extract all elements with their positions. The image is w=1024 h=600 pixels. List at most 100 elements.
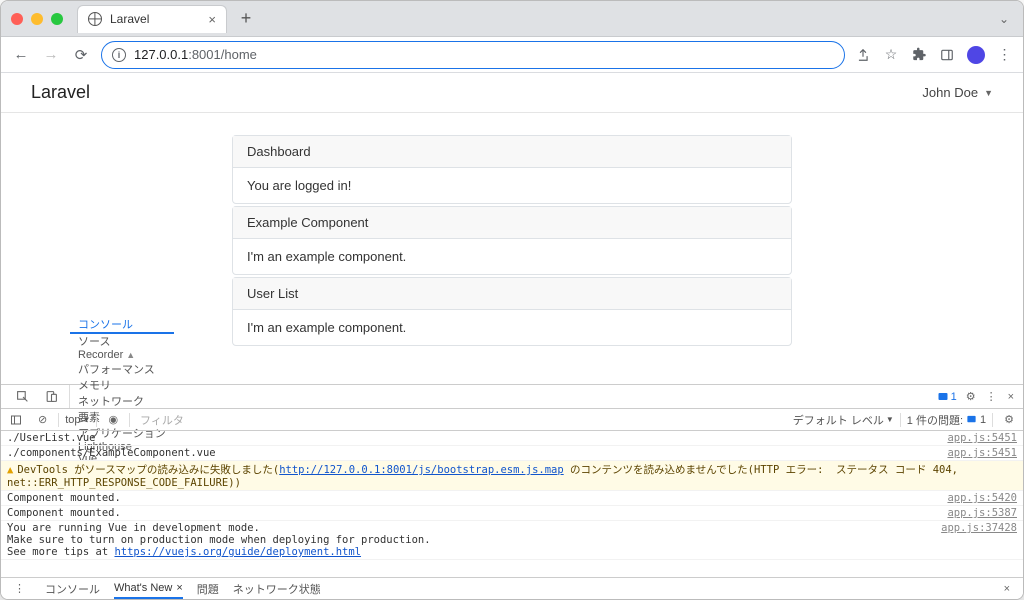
browser-window: Laravel × + ⌄ ← → ⟳ i 127.0.0.1:8001/hom… — [0, 0, 1024, 600]
console-filter-bar: ⊘ top ▼ ◉ フィルタ デフォルト レベル ▼ 1 件の問題: 1 ⚙ — [1, 409, 1023, 431]
error-badge[interactable]: 1 — [933, 391, 961, 403]
tab-title: Laravel — [110, 12, 200, 26]
drawer-tab-0[interactable]: コンソール — [45, 581, 100, 597]
console-source-link[interactable]: app.js:5387 — [937, 507, 1017, 519]
issues-count: 1 — [980, 414, 986, 426]
console-source-link[interactable]: app.js:5451 — [937, 432, 1017, 444]
devtools-close-icon[interactable]: × — [1003, 391, 1019, 403]
devtools-settings-icon[interactable]: ⚙ — [961, 390, 981, 403]
console-source-link[interactable]: app.js:5451 — [937, 447, 1017, 459]
user-name: John Doe — [922, 85, 978, 100]
devtools-tab-ネットワーク[interactable]: ネットワーク — [70, 393, 174, 409]
device-toggle-icon[interactable] — [40, 390, 63, 403]
console-message: You are running Vue in development mode.… — [7, 522, 931, 558]
drawer-tab-2[interactable]: 問題 — [197, 581, 219, 597]
star-icon[interactable]: ☆ — [883, 47, 899, 63]
clear-console-icon[interactable]: ⊘ — [33, 413, 52, 426]
traffic-lights — [11, 13, 63, 25]
console-link[interactable]: https://vuejs.org/guide/deployment.html — [114, 546, 361, 558]
card-header: Dashboard — [233, 136, 791, 168]
card-header: User List — [233, 278, 791, 310]
chevron-down-icon: ▼ — [984, 88, 993, 98]
console-row: ./UserList.vueapp.js:5451 — [1, 431, 1023, 446]
console-source-link[interactable]: app.js:5420 — [937, 492, 1017, 504]
warning-icon: ▲ — [7, 464, 13, 476]
console-message: ./UserList.vue — [7, 432, 937, 444]
url-host: 127.0.0.1 — [134, 47, 188, 62]
site-info-icon[interactable]: i — [112, 48, 126, 62]
browser-tab[interactable]: Laravel × — [77, 5, 227, 33]
console-settings-icon[interactable]: ⚙ — [999, 413, 1019, 426]
console-message: ▲DevTools がソースマップの読み込みに失敗しました(http://127… — [7, 462, 1017, 489]
drawer-tab-1[interactable]: What's New× — [114, 581, 183, 599]
share-icon[interactable] — [855, 47, 871, 63]
console-row: ▲DevTools がソースマップの読み込みに失敗しました(http://127… — [1, 461, 1023, 491]
devtools: コンソールソースRecorder▲パフォーマンスメモリネットワーク要素アプリケー… — [1, 385, 1023, 599]
drawer-tab-close-icon[interactable]: × — [176, 582, 182, 594]
devtools-tab-メモリ[interactable]: メモリ — [70, 377, 174, 393]
minimize-window-button[interactable] — [31, 13, 43, 25]
menu-icon[interactable]: ⋮ — [997, 47, 1013, 63]
devtools-tabbar: コンソールソースRecorder▲パフォーマンスメモリネットワーク要素アプリケー… — [1, 385, 1023, 409]
console-row: ./components/ExampleComponent.vueapp.js:… — [1, 446, 1023, 461]
devtools-drawer: ⋮ コンソール What's New× 問題ネットワーク状態 × — [1, 577, 1023, 599]
back-button[interactable]: ← — [11, 46, 31, 63]
console-row: Component mounted.app.js:5420 — [1, 491, 1023, 506]
issues-indicator[interactable]: 1 件の問題: 1 — [907, 412, 986, 428]
error-count: 1 — [951, 391, 957, 403]
profile-avatar[interactable] — [967, 46, 985, 64]
card-body: You are logged in! — [233, 168, 791, 203]
live-expression-icon[interactable]: ◉ — [103, 413, 123, 426]
inspect-icon[interactable] — [11, 390, 34, 403]
context-selector[interactable]: top ▼ — [65, 414, 90, 426]
console-message: Component mounted. — [7, 492, 937, 504]
toolbar: ← → ⟳ i 127.0.0.1:8001/home ☆ ⋮ — [1, 37, 1023, 73]
extensions-icon[interactable] — [911, 47, 927, 63]
console-link[interactable]: http://127.0.0.1:8001/js/bootstrap.esm.j… — [279, 464, 563, 476]
devtools-tab-パフォーマンス[interactable]: パフォーマンス — [70, 361, 174, 377]
forward-button[interactable]: → — [41, 46, 61, 63]
fullscreen-window-button[interactable] — [51, 13, 63, 25]
console-sidebar-toggle[interactable] — [5, 414, 27, 426]
titlebar: Laravel × + ⌄ — [1, 1, 1023, 37]
reload-button[interactable]: ⟳ — [71, 46, 91, 64]
brand[interactable]: Laravel — [31, 82, 90, 103]
drawer-menu-icon[interactable]: ⋮ — [9, 582, 31, 595]
devtools-menu-icon[interactable]: ⋮ — [981, 390, 1003, 403]
devtools-tab-ソース[interactable]: ソース — [70, 333, 174, 349]
level-label: デフォルト レベル — [793, 412, 884, 428]
new-tab-button[interactable]: + — [235, 8, 257, 30]
toolbar-right: ☆ ⋮ — [855, 46, 1013, 64]
card-header: Example Component — [233, 207, 791, 239]
app-navbar: Laravel John Doe ▼ — [1, 73, 1023, 113]
url-text: 127.0.0.1:8001/home — [134, 47, 834, 62]
console-row: You are running Vue in development mode.… — [1, 521, 1023, 560]
close-window-button[interactable] — [11, 13, 23, 25]
url-path: /home — [221, 47, 257, 62]
devtools-tab-コンソール[interactable]: コンソール — [70, 316, 174, 334]
context-label: top — [65, 414, 80, 426]
log-level-selector[interactable]: デフォルト レベル ▼ — [793, 412, 894, 428]
console-row: Component mounted.app.js:5387 — [1, 506, 1023, 521]
card-dashboard: Dashboard You are logged in! — [232, 135, 792, 204]
side-panel-icon[interactable] — [939, 47, 955, 63]
console-source-link[interactable]: app.js:37428 — [931, 522, 1017, 558]
card-example-component: Example Component I'm an example compone… — [232, 206, 792, 275]
drawer-tab-3[interactable]: ネットワーク状態 — [233, 581, 321, 597]
console-output[interactable]: ./UserList.vueapp.js:5451./components/Ex… — [1, 431, 1023, 577]
globe-icon — [88, 12, 102, 26]
card-user-list: User List I'm an example component. — [232, 277, 792, 346]
tab-overflow-button[interactable]: ⌄ — [995, 8, 1013, 30]
drawer-close-icon[interactable]: × — [999, 583, 1015, 595]
console-message: ./components/ExampleComponent.vue — [7, 447, 937, 459]
close-tab-icon[interactable]: × — [208, 12, 216, 27]
card-body: I'm an example component. — [233, 310, 791, 345]
user-dropdown[interactable]: John Doe ▼ — [922, 85, 993, 100]
console-message: Component mounted. — [7, 507, 937, 519]
issues-label: 1 件の問題: — [907, 412, 963, 428]
content-container: Dashboard You are logged in! Example Com… — [232, 135, 792, 346]
filter-input[interactable]: フィルタ — [136, 412, 787, 428]
address-bar[interactable]: i 127.0.0.1:8001/home — [101, 41, 845, 69]
card-body: I'm an example component. — [233, 239, 791, 274]
devtools-tab-recorder[interactable]: Recorder▲ — [70, 349, 174, 361]
